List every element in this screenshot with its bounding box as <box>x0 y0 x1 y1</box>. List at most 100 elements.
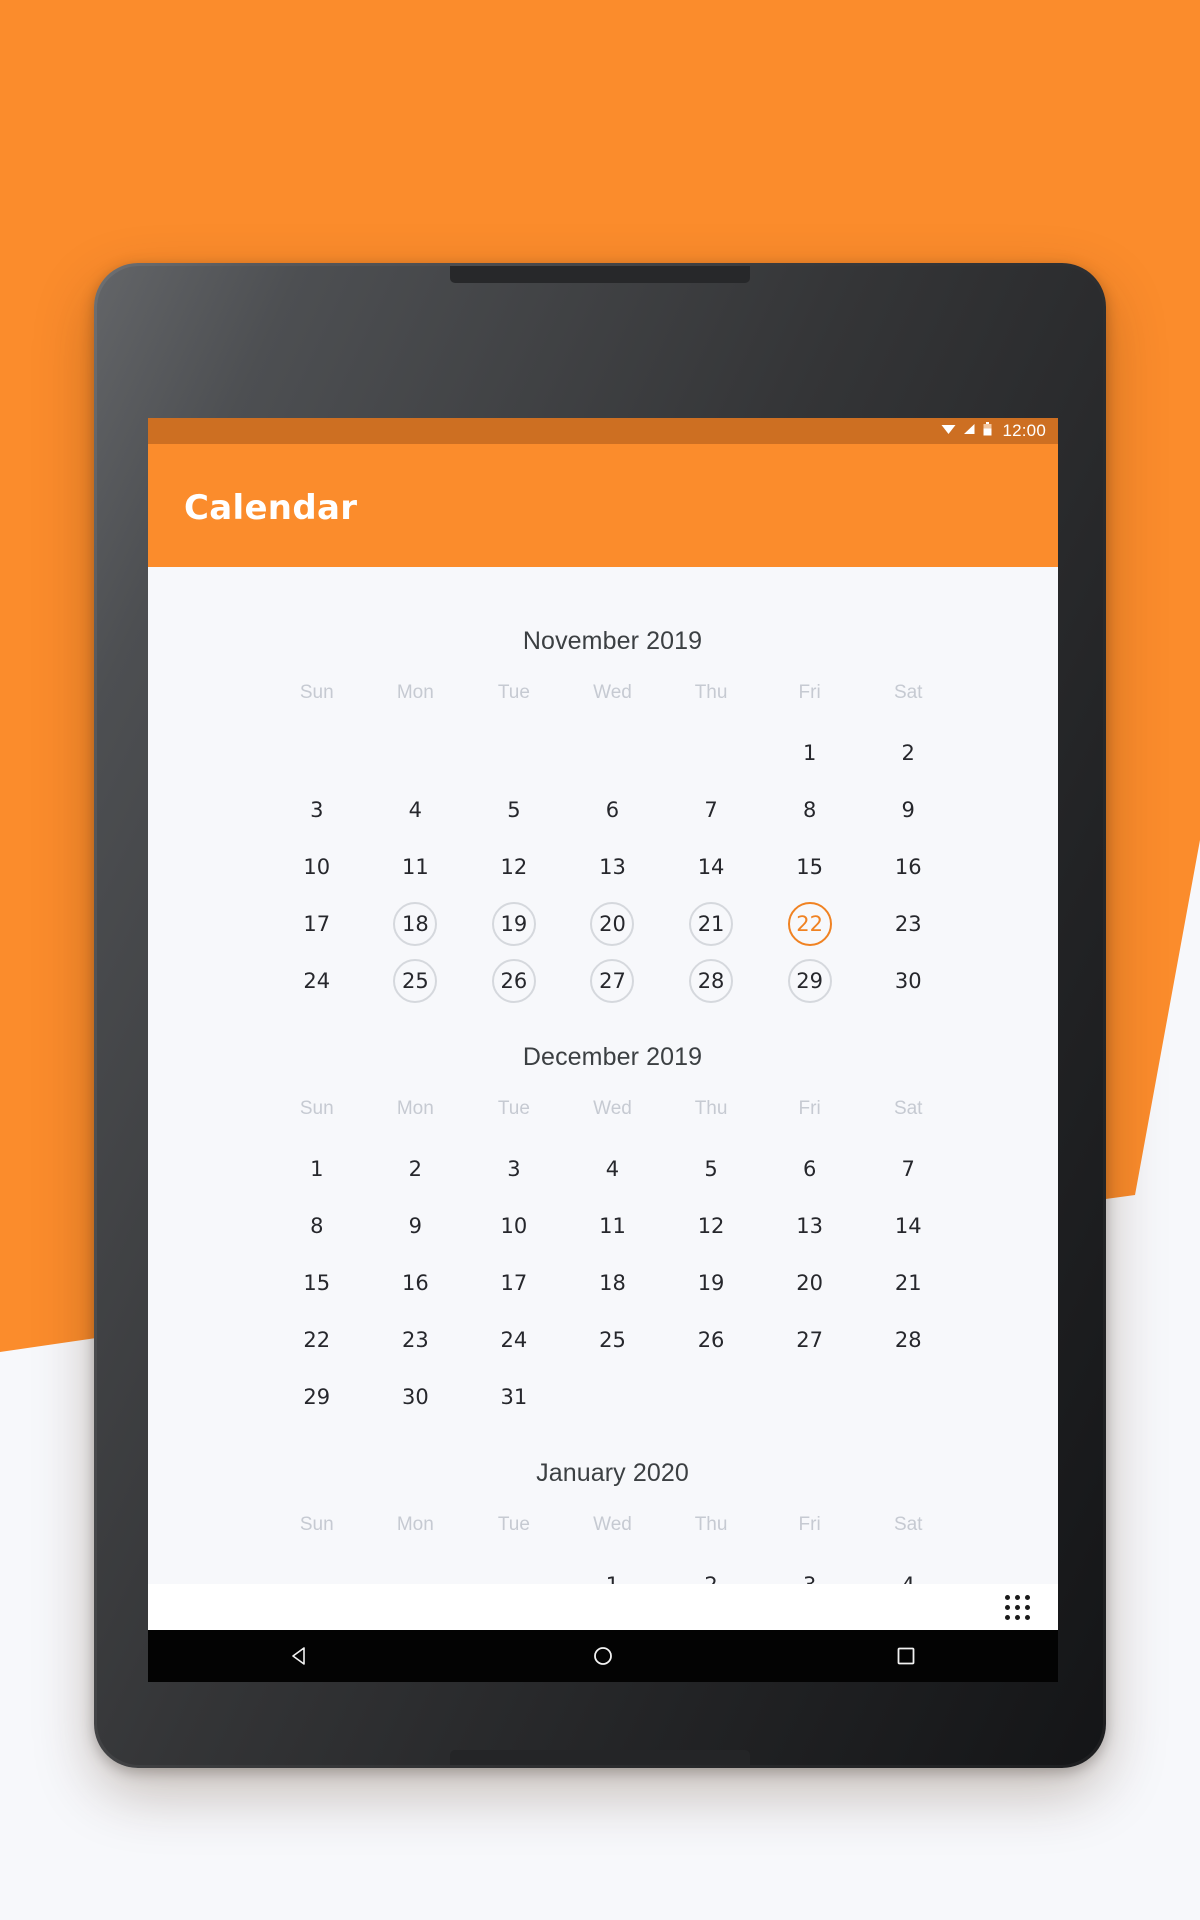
calendar-day-empty <box>760 1368 859 1425</box>
calendar-day-label: 27 <box>796 1327 823 1352</box>
calendar-day-cell[interactable]: 5 <box>465 781 564 838</box>
calendar-day-cell[interactable]: 30 <box>859 952 958 1009</box>
calendar-day-cell[interactable]: 28 <box>662 952 761 1009</box>
calendar-day-cell[interactable]: 27 <box>563 952 662 1009</box>
calendar-day-cell[interactable]: 29 <box>268 1368 367 1425</box>
calendar-day-cell[interactable]: 16 <box>859 838 958 895</box>
calendar-day-cell[interactable]: 8 <box>760 781 859 838</box>
calendar-week-row: 15 16 17 18 19 20 21 <box>268 1254 958 1311</box>
bottom-bar <box>148 1584 1058 1630</box>
calendar-day-cell[interactable]: 14 <box>662 838 761 895</box>
calendar-day-cell[interactable]: 23 <box>366 1311 465 1368</box>
calendar-day-cell[interactable]: 12 <box>662 1197 761 1254</box>
calendar-day-cell[interactable]: 18 <box>366 895 465 952</box>
calendar-day-label: 13 <box>599 854 626 879</box>
calendar-day-cell[interactable]: 13 <box>760 1197 859 1254</box>
calendar-day-label: 14 <box>697 854 725 879</box>
calendar-day-cell[interactable]: 15 <box>760 838 859 895</box>
device-screen: 12:00 Calendar November 2019 Sun Mon Tue Wed… <box>148 418 1058 1630</box>
calendar-day-cell[interactable]: 6 <box>563 781 662 838</box>
calendar-day-cell[interactable]: 24 <box>268 952 367 1009</box>
calendar-day-cell[interactable]: 19 <box>465 895 564 952</box>
calendar-day-cell[interactable]: 21 <box>662 895 761 952</box>
calendar-day-cell[interactable]: 22 <box>268 1311 367 1368</box>
calendar-day-cell[interactable]: 26 <box>662 1311 761 1368</box>
calendar-day-cell[interactable]: 27 <box>760 1311 859 1368</box>
recents-square-icon[interactable] <box>841 1645 971 1667</box>
calendar-day-label: 31 <box>500 1384 528 1409</box>
calendar-card[interactable]: November 2019 Sun Mon Tue Wed Thu Fri Sat 1 2 3 4 5 6… <box>167 567 1058 1630</box>
weekday-label: Thu <box>694 1098 728 1119</box>
calendar-day-cell[interactable]: 10 <box>465 1197 564 1254</box>
calendar-day-label: 21 <box>689 901 734 946</box>
calendar-day-label: 3 <box>507 1156 521 1181</box>
calendar-day-selected: 22 <box>787 901 832 946</box>
calendar-day-cell[interactable]: 26 <box>465 952 564 1009</box>
calendar-week-row: 8 9 10 11 12 13 14 <box>268 1197 958 1254</box>
calendar-day-cell[interactable]: 4 <box>366 781 465 838</box>
calendar-day-label: 15 <box>303 1270 331 1295</box>
calendar-day-label: 5 <box>704 1156 718 1181</box>
weekday-label: Fri <box>798 1098 821 1119</box>
calendar-day-cell[interactable]: 23 <box>859 895 958 952</box>
calendar-day-cell[interactable]: 16 <box>366 1254 465 1311</box>
calendar-day-cell[interactable]: 9 <box>859 781 958 838</box>
calendar-day-cell[interactable]: 20 <box>760 1254 859 1311</box>
month-title: January 2020 <box>536 1459 689 1487</box>
calendar-day-cell[interactable]: 21 <box>859 1254 958 1311</box>
calendar-day-cell[interactable]: 2 <box>366 1140 465 1197</box>
calendar-day-cell[interactable]: 3 <box>465 1140 564 1197</box>
calendar-day-cell[interactable]: 19 <box>662 1254 761 1311</box>
calendar-day-cell[interactable]: 11 <box>563 1197 662 1254</box>
calendar-day-label: 14 <box>894 1213 922 1238</box>
calendar-day-label: 4 <box>605 1156 620 1181</box>
calendar-day-cell[interactable]: 5 <box>662 1140 761 1197</box>
calendar-day-label: 17 <box>303 911 331 936</box>
calendar-month: November 2019 Sun Mon Tue Wed Thu Fri Sat 1 2 3 4 5 6… <box>167 603 1058 1019</box>
calendar-day-cell[interactable]: 7 <box>662 781 761 838</box>
calendar-day-cell[interactable]: 24 <box>465 1311 564 1368</box>
calendar-day-cell[interactable]: 18 <box>563 1254 662 1311</box>
calendar-day-cell[interactable]: 6 <box>760 1140 859 1197</box>
home-circle-icon[interactable] <box>538 1645 668 1667</box>
weekday-label: Tue <box>497 1098 530 1119</box>
calendar-day-label: 10 <box>303 854 331 879</box>
calendar-day-cell[interactable]: 15 <box>268 1254 367 1311</box>
calendar-day-label <box>689 1375 733 1419</box>
calendar-day-cell[interactable]: 11 <box>366 838 465 895</box>
calendar-day-cell[interactable]: 7 <box>859 1140 958 1197</box>
weekday-label: Tue <box>497 1514 530 1535</box>
calendar-scroll[interactable]: November 2019 Sun Mon Tue Wed Thu Fri Sat 1 2 3 4 5 6… <box>167 567 1058 1623</box>
calendar-day-cell[interactable]: 22 <box>760 895 859 952</box>
calendar-day-label: 29 <box>787 958 832 1003</box>
calendar-day-label: 2 <box>901 740 915 765</box>
calendar-day-cell[interactable]: 31 <box>465 1368 564 1425</box>
apps-grid-icon[interactable] <box>1005 1594 1030 1620</box>
calendar-day-cell[interactable]: 30 <box>366 1368 465 1425</box>
calendar-day-cell[interactable]: 29 <box>760 952 859 1009</box>
calendar-day-cell[interactable]: 25 <box>563 1311 662 1368</box>
calendar-day-cell[interactable]: 12 <box>465 838 564 895</box>
calendar-day-cell[interactable]: 14 <box>859 1197 958 1254</box>
calendar-day-cell[interactable]: 1 <box>268 1140 367 1197</box>
wifi-icon <box>941 422 956 440</box>
calendar-day-cell[interactable]: 17 <box>268 895 367 952</box>
tablet-device: 12:00 Calendar November 2019 Sun Mon Tue Wed… <box>94 263 1106 1768</box>
calendar-day-label: 8 <box>802 797 817 822</box>
calendar-day-cell[interactable]: 2 <box>859 724 958 781</box>
back-triangle-icon[interactable] <box>235 1645 365 1667</box>
calendar-day-cell[interactable]: 3 <box>268 781 367 838</box>
calendar-day-cell[interactable]: 25 <box>366 952 465 1009</box>
calendar-day-cell[interactable]: 17 <box>465 1254 564 1311</box>
calendar-day-cell[interactable]: 13 <box>563 838 662 895</box>
calendar-day-cell[interactable]: 8 <box>268 1197 367 1254</box>
calendar-day-cell[interactable]: 20 <box>563 895 662 952</box>
calendar-day-cell[interactable]: 28 <box>859 1311 958 1368</box>
calendar-day-cell[interactable]: 4 <box>563 1140 662 1197</box>
calendar-day-cell[interactable]: 10 <box>268 838 367 895</box>
cell-signal-icon <box>963 422 976 440</box>
calendar-day-cell[interactable]: 1 <box>760 724 859 781</box>
weekday-label: Sun <box>299 682 334 703</box>
calendar-day-label: 11 <box>599 1213 626 1238</box>
calendar-day-cell[interactable]: 9 <box>366 1197 465 1254</box>
